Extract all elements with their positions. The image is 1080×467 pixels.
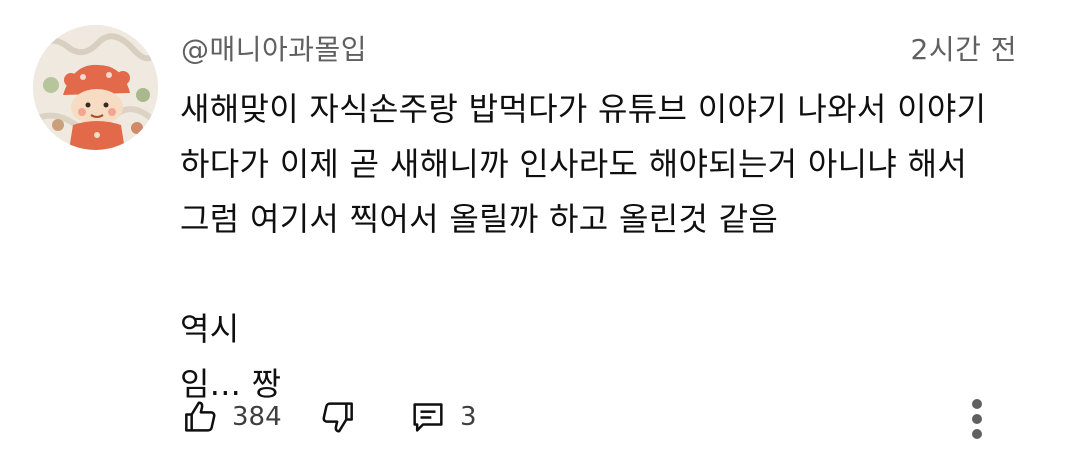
comment-timestamp: 2시간 전 [910,33,1017,66]
more-options-button[interactable] [970,399,984,443]
thumbs-down-icon [322,402,353,433]
thumbs-up-icon [185,401,216,432]
reply-count: 3 [460,402,477,432]
comment-line: 새해맞이 자식손주랑 밥먹다가 유튜브 이야기 나와서 이야기 [180,90,987,128]
comment-actions: 384 3 [180,395,1040,439]
reply-button[interactable]: 3 [408,395,477,439]
avatar-illustration [33,25,158,150]
comment-line: 하다가 이제 곧 새해니까 인사라도 해야되는거 아니냐 해서 [180,145,968,183]
like-count: 384 [232,402,282,432]
dislike-button[interactable] [318,395,358,439]
comment-author[interactable]: @매니아과몰입 [181,28,367,68]
comment-icon [413,403,443,432]
avatar[interactable] [33,25,158,150]
like-button[interactable]: 384 [180,395,282,439]
comment-line: 그럼 여기서 찍어서 올릴까 하고 올린것 같음 [180,200,779,238]
comment-line-blank [180,247,1060,302]
comment-text: 새해맞이 자식손주랑 밥먹다가 유튜브 이야기 나와서 이야기 하다가 이제 곧… [180,82,1060,412]
comment-line: 역시 [180,310,240,348]
